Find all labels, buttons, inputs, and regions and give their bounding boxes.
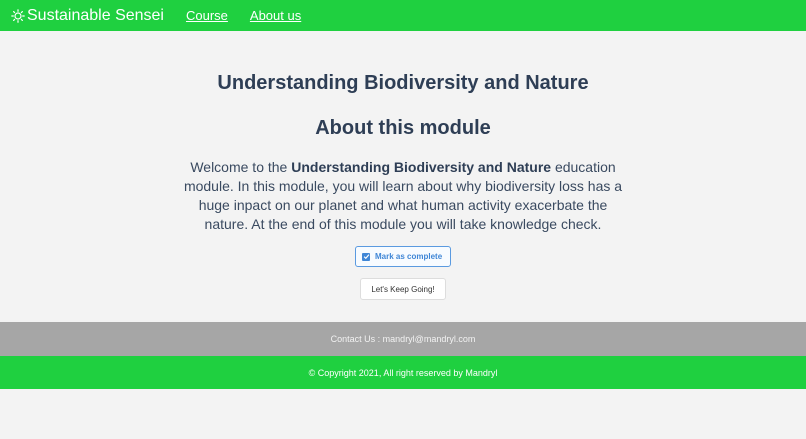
top-navbar: Sustainable Sensei Course About us (0, 0, 806, 31)
module-intro: Welcome to the Understanding Biodiversit… (183, 158, 623, 234)
mark-complete-button[interactable]: Mark as complete (355, 246, 451, 267)
mark-complete-label: Mark as complete (375, 252, 443, 261)
sun-icon (11, 8, 25, 23)
intro-prefix: Welcome to the (190, 159, 292, 175)
copyright-footer: © Copyright 2021, All right reserved by … (0, 356, 806, 389)
contact-text: Contact Us : mandryl@mandryl.com (330, 334, 476, 344)
page-title: Understanding Biodiversity and Nature (217, 72, 589, 94)
keep-going-button[interactable]: Let's Keep Going! (360, 278, 446, 300)
checkbox-checked-icon[interactable] (362, 252, 370, 261)
main-content: Understanding Biodiversity and Nature Ab… (0, 31, 806, 322)
brand-link[interactable]: Sustainable Sensei (11, 7, 164, 25)
brand-name: Sustainable Sensei (27, 6, 164, 24)
nav-link-course[interactable]: Course (186, 8, 228, 23)
contact-footer: Contact Us : mandryl@mandryl.com (0, 322, 806, 356)
intro-module-name: Understanding Biodiversity and Nature (291, 159, 552, 175)
nav-link-about-us[interactable]: About us (250, 8, 301, 23)
section-heading: About this module (315, 117, 491, 139)
copyright-text: © Copyright 2021, All right reserved by … (308, 367, 498, 378)
